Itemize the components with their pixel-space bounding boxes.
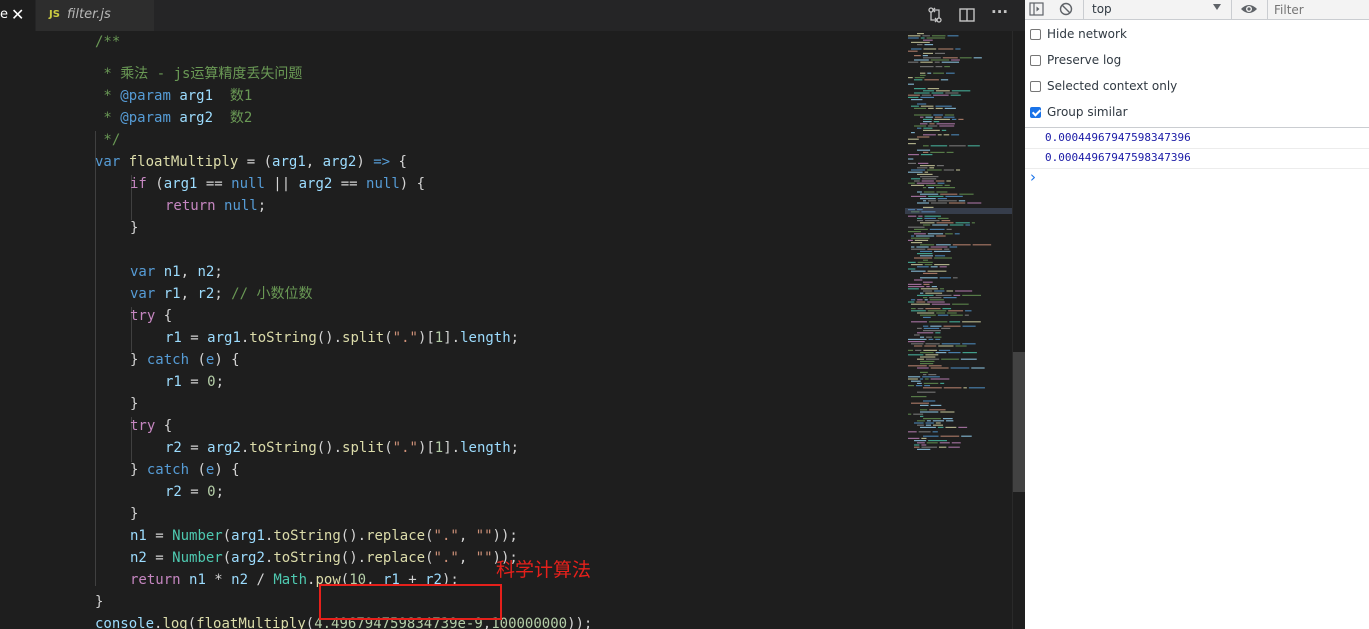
clear-console-icon[interactable] (1059, 2, 1073, 16)
tab-filter-js[interactable]: JS filter.js (36, 0, 154, 31)
toolbar-divider (1231, 0, 1232, 19)
toolbar-divider (1267, 0, 1268, 19)
code-line: return null; (165, 198, 267, 214)
compare-changes-icon[interactable] (926, 6, 944, 24)
javascript-file-icon: JS (49, 9, 60, 20)
code-line: * @param arg2 数2 (95, 110, 253, 126)
checkbox[interactable] (1030, 55, 1041, 66)
checkbox[interactable] (1030, 29, 1041, 40)
code-line: if (arg1 == null || arg2 == null) { (130, 176, 426, 192)
code-line: n1 = Number(arg1.toString().replace(".",… (130, 528, 518, 544)
option-hide-network[interactable]: Hide network (1025, 22, 1369, 48)
code-line: n2 = Number(arg2.toString().replace(".",… (130, 550, 518, 566)
code-line: * @param arg1 数1 (95, 88, 253, 104)
option-label: Selected context only (1047, 79, 1178, 93)
code-line: */ (95, 132, 121, 148)
minimap[interactable] (905, 31, 1012, 451)
toolbar-divider (1083, 0, 1084, 19)
code-line: } (95, 594, 104, 610)
code-line: r2 = arg2.toString().split(".")[1].lengt… (165, 440, 520, 456)
code-line: var r1, r2; // 小数位数 (130, 286, 313, 302)
dropdown-arrow-icon (1213, 4, 1221, 10)
option-label: Preserve log (1047, 53, 1122, 67)
code-area[interactable]: /** * 乘法 - js运算精度丢失问题 * @param arg1 数1 *… (0, 31, 1025, 629)
code-line: } (130, 506, 139, 522)
code-line: r1 = 0; (165, 374, 225, 390)
split-editor-icon[interactable] (958, 6, 976, 24)
tab-label: e (0, 7, 8, 22)
close-icon[interactable]: ✕ (11, 5, 24, 24)
tab-label: filter.js (67, 7, 111, 22)
console-message-text: 0.00044967947598347396 (1045, 151, 1191, 164)
context-selector[interactable]: top (1087, 0, 1223, 19)
highlight-box (319, 584, 502, 620)
option-label: Hide network (1047, 27, 1127, 41)
code-line: } (130, 396, 139, 412)
code-line: try { (130, 418, 173, 434)
option-selected-context-only[interactable]: Selected context only (1025, 74, 1369, 100)
code-editor: e ✕ JS filter.js ··· /** * 乘法 - js运算精度丢失… (0, 0, 1025, 629)
console-message: 0.00044967947598347396 (1025, 148, 1369, 169)
scrollbar-thumb[interactable] (1013, 352, 1025, 492)
code-line: r1 = arg1.toString().split(".")[1].lengt… (165, 330, 520, 346)
code-line: var floatMultiply = (arg1, arg2) => { (95, 154, 407, 170)
code-line: r2 = 0; (165, 484, 225, 500)
option-label: Group similar (1047, 105, 1128, 119)
checkbox[interactable] (1030, 107, 1041, 118)
console-prompt[interactable]: › (1025, 168, 1369, 188)
filter-input[interactable] (1272, 1, 1369, 18)
code-line: * 乘法 - js运算精度丢失问题 (95, 66, 303, 82)
live-expression-eye-icon[interactable] (1240, 2, 1258, 16)
annotation-label: 科学计算法 (496, 559, 592, 581)
code-line: /** (95, 34, 121, 50)
more-actions-icon[interactable]: ··· (991, 3, 1009, 21)
minimap-viewport[interactable] (905, 208, 1012, 214)
option-group-similar[interactable]: Group similar (1025, 100, 1369, 126)
code-line: } catch (e) { (130, 462, 240, 478)
sidebar-toggle-icon[interactable] (1029, 2, 1044, 16)
tab-previous-file[interactable]: e ✕ (0, 0, 35, 31)
prompt-chevron-icon: › (1030, 168, 1036, 186)
editor-tab-bar: e ✕ JS filter.js ··· (0, 0, 1025, 31)
option-preserve-log[interactable]: Preserve log (1025, 48, 1369, 74)
indent-guide (95, 131, 96, 586)
console-message: 0.00044967947598347396 (1025, 128, 1369, 149)
code-line: try { (130, 308, 173, 324)
devtools-console-panel: top Hide network Preserve log Selected c… (1025, 0, 1369, 629)
code-line: var n1, n2; (130, 264, 223, 280)
code-line: } (130, 220, 139, 236)
context-value: top (1092, 2, 1112, 16)
console-toolbar: top (1025, 0, 1369, 20)
console-message-text: 0.00044967947598347396 (1045, 131, 1191, 144)
vertical-scrollbar[interactable] (1012, 31, 1025, 629)
code-line: } catch (e) { (130, 352, 240, 368)
checkbox[interactable] (1030, 81, 1041, 92)
